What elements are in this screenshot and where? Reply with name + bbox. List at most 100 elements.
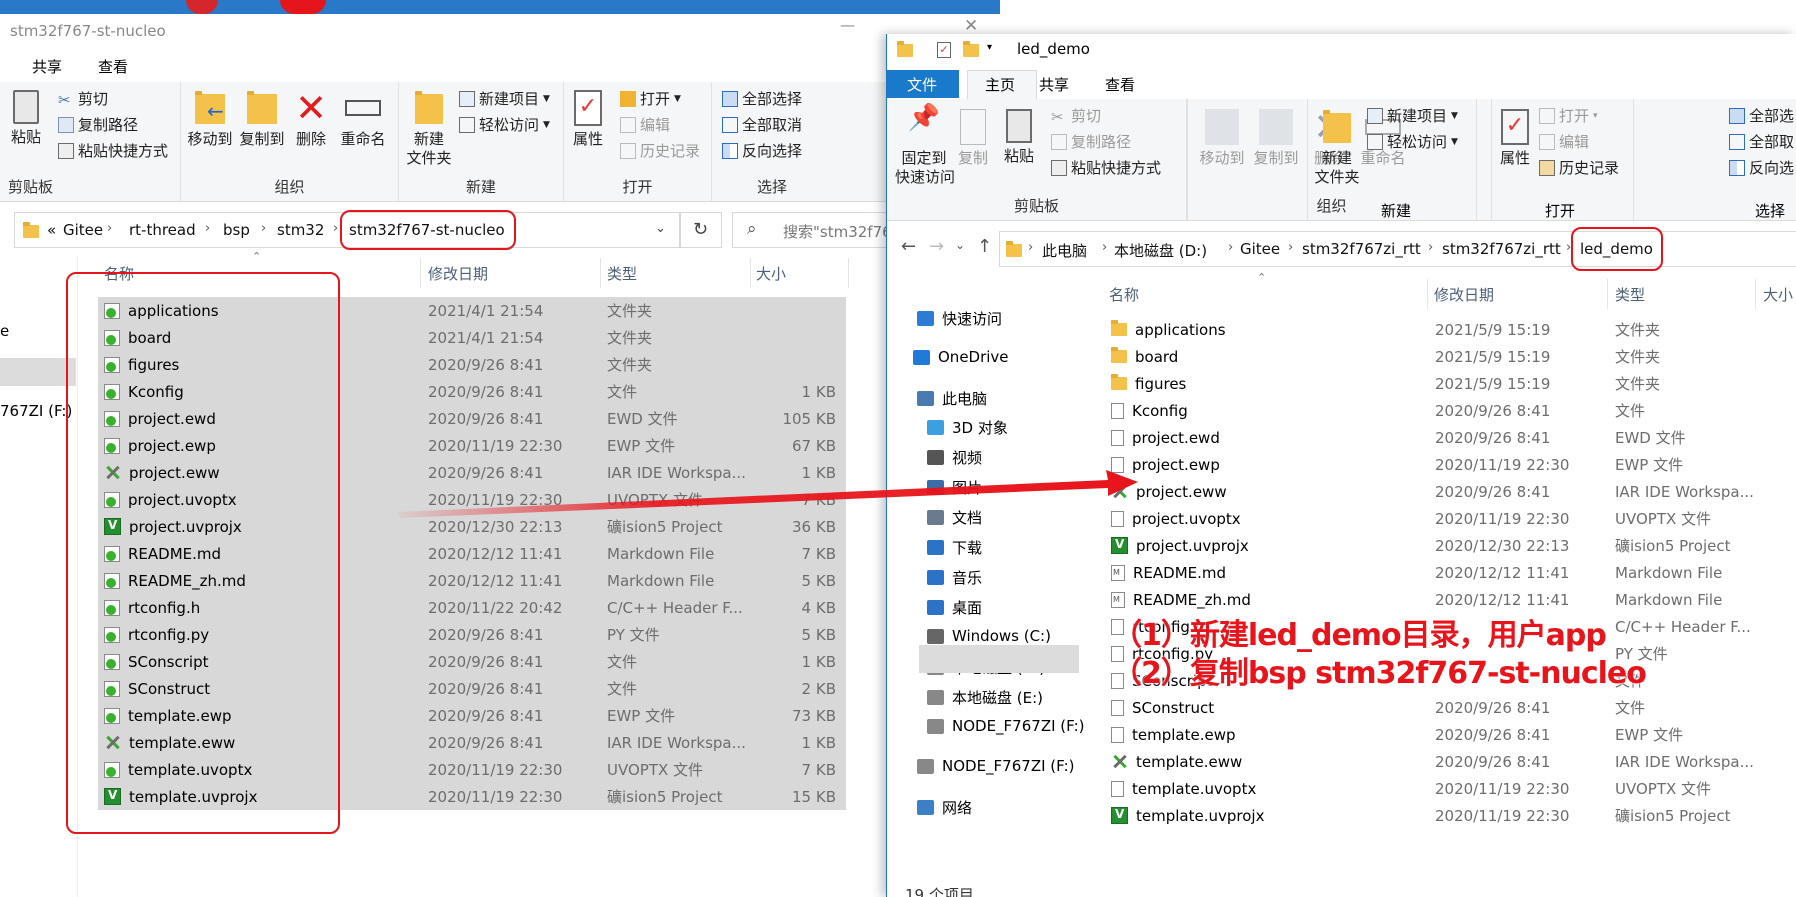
tab-view[interactable]: 查看: [1105, 74, 1135, 95]
nav-item-fragment[interactable]: e: [0, 322, 9, 340]
edit-button[interactable]: 编辑: [1539, 131, 1589, 152]
table-row[interactable]: project.uvprojx 2020/12/30 22:13 礦ision5 P…: [1105, 532, 1795, 559]
table-row[interactable]: project.uvoptx 2020/11/19 22:30 UVOPTX 文件: [1105, 505, 1795, 532]
paste-button[interactable]: 粘贴: [999, 109, 1039, 166]
easy-access-button[interactable]: 轻松访问 ▼: [1367, 131, 1458, 152]
tab-view[interactable]: 查看: [98, 56, 128, 77]
new-folder-qat-icon[interactable]: [963, 41, 979, 57]
cut-button[interactable]: ✂ 剪切: [1051, 105, 1101, 126]
nav-item[interactable]: NODE_F767ZI (F:): [917, 757, 1075, 775]
nav-item[interactable]: 快速访问: [917, 308, 1002, 329]
easy-access-button[interactable]: 轻松访问 ▼: [459, 114, 550, 135]
select-none-button[interactable]: 全部取消: [722, 114, 802, 135]
table-row[interactable]: project.ewd 2020/9/26 8:41 EWD 文件: [1105, 424, 1795, 451]
open-button[interactable]: 打开 ▾: [1539, 105, 1598, 126]
close-button[interactable]: ✕: [964, 16, 978, 36]
table-row[interactable]: template.eww 2020/9/26 8:41 IAR IDE Worksp…: [1105, 748, 1795, 775]
column-type[interactable]: 类型: [1615, 284, 1645, 305]
breadcrumb-overflow[interactable]: «: [47, 221, 56, 239]
chevron-down-icon[interactable]: ⌄: [655, 221, 666, 236]
table-row[interactable]: template.uvoptx 2020/11/19 22:30 UVOPTX 文件: [1105, 775, 1795, 802]
copy-path-button[interactable]: 复制路径: [58, 114, 138, 135]
paste-shortcut-button[interactable]: 粘贴快捷方式: [1051, 157, 1161, 178]
table-row[interactable]: README_zh.md 2020/12/12 11:41 Markdown Fil…: [1105, 586, 1795, 613]
nav-item[interactable]: 音乐: [927, 567, 982, 588]
new-item-button[interactable]: 新建项目 ▼: [459, 88, 550, 109]
properties-button[interactable]: ✓ 属性: [568, 90, 608, 149]
table-row[interactable]: applications 2021/5/9 15:19 文件夹: [1105, 316, 1795, 343]
nav-item-drive[interactable]: 767ZI (F:): [0, 402, 72, 420]
copy-button[interactable]: 复制: [955, 109, 991, 168]
rename-button[interactable]: 重命名: [337, 90, 389, 149]
select-all-button[interactable]: 全部选: [1729, 105, 1794, 126]
nav-item[interactable]: 图片: [927, 477, 982, 498]
column-size[interactable]: 大小: [1763, 284, 1793, 305]
breadcrumb-drive-d[interactable]: 本地磁盘 (D:): [1114, 240, 1207, 261]
breadcrumb-rt-thread[interactable]: rt-thread: [129, 221, 196, 239]
red-app-icon-2[interactable]: [280, 0, 326, 14]
copy-path-button[interactable]: 复制路径: [1051, 131, 1131, 152]
breadcrumb-gitee[interactable]: Gitee: [1240, 240, 1280, 258]
table-row[interactable]: Kconfig 2020/9/26 8:41 文件: [1105, 397, 1795, 424]
table-row[interactable]: SConstruct 2020/9/26 8:41 文件: [1105, 694, 1795, 721]
breadcrumb-this-pc[interactable]: 此电脑: [1042, 240, 1087, 261]
nav-item[interactable]: NODE_F767ZI (F:): [927, 717, 1085, 735]
invert-selection-button[interactable]: 反向选择: [722, 140, 802, 161]
table-row[interactable]: template.uvprojx 2020/11/19 22:30 礦ision5 …: [1105, 802, 1795, 829]
table-row[interactable]: figures 2021/5/9 15:19 文件夹: [1105, 370, 1795, 397]
select-all-button[interactable]: 全部选择: [722, 88, 802, 109]
back-button[interactable]: ←: [901, 236, 916, 257]
paste-shortcut-button[interactable]: 粘贴快捷方式: [58, 140, 168, 161]
nav-item[interactable]: 本地磁盘 (E:): [927, 687, 1043, 708]
select-none-button[interactable]: 全部取: [1729, 131, 1794, 152]
nav-item[interactable]: 下载: [927, 537, 982, 558]
minimize-button[interactable]: —: [840, 16, 855, 34]
new-folder-button[interactable]: 新建 文件夹: [403, 90, 455, 168]
nav-item[interactable]: 此电脑: [917, 388, 987, 409]
nav-item[interactable]: OneDrive: [913, 348, 1009, 366]
history-button[interactable]: 历史记录: [620, 140, 700, 161]
history-button[interactable]: 历史记录: [1539, 157, 1619, 178]
edit-button[interactable]: 编辑: [620, 114, 670, 135]
breadcrumb-stm32[interactable]: stm32: [277, 221, 324, 239]
column-date[interactable]: 修改日期: [428, 263, 488, 284]
column-type[interactable]: 类型: [607, 263, 637, 284]
copy-to-button[interactable]: 复制到: [237, 90, 287, 149]
table-row[interactable]: template.ewp 2020/9/26 8:41 EWP 文件: [1105, 721, 1795, 748]
breadcrumb-bsp[interactable]: bsp: [223, 221, 250, 239]
nav-item-selected[interactable]: [0, 358, 76, 386]
breadcrumb-gitee[interactable]: Gitee: [63, 221, 103, 239]
delete-button[interactable]: ✕删除: [291, 89, 331, 149]
address-bar[interactable]: › 此电脑 › 本地磁盘 (D:) › Gitee › stm32f767zi_…: [999, 231, 1796, 267]
qat-dropdown-icon[interactable]: ▾: [987, 42, 992, 53]
breadcrumb-stm32f767zi-rtt-2[interactable]: stm32f767zi_rtt: [1442, 240, 1561, 258]
move-to-button[interactable]: ← 移动到: [185, 90, 235, 149]
nav-item[interactable]: Windows (C:): [927, 627, 1051, 645]
up-button[interactable]: ↑: [977, 236, 992, 257]
table-row[interactable]: README.md 2020/12/12 11:41 Markdown File: [1105, 559, 1795, 586]
table-row[interactable]: project.ewp 2020/11/19 22:30 EWP 文件: [1105, 451, 1795, 478]
new-folder-button[interactable]: 新建 文件夹: [1311, 109, 1363, 187]
invert-selection-button[interactable]: 反向选: [1729, 157, 1794, 178]
tab-share[interactable]: 共享: [1039, 74, 1069, 95]
column-name[interactable]: 名称: [1109, 284, 1139, 305]
new-item-button[interactable]: 新建项目 ▼: [1367, 105, 1458, 126]
nav-item[interactable]: 网络: [917, 797, 972, 818]
refresh-button[interactable]: ↻: [680, 212, 722, 248]
nav-item[interactable]: 文档: [927, 507, 982, 528]
table-row[interactable]: board 2021/5/9 15:19 文件夹: [1105, 343, 1795, 370]
recent-locations-button[interactable]: ⌄: [955, 238, 965, 252]
pin-quick-access-button[interactable]: 📌 固定到 快速访问: [895, 105, 955, 187]
cut-button[interactable]: ✂ 剪切: [58, 88, 108, 109]
nav-item[interactable]: 桌面: [927, 597, 982, 618]
breadcrumb-stm32f767zi-rtt[interactable]: stm32f767zi_rtt: [1302, 240, 1421, 258]
forward-button[interactable]: →: [929, 236, 944, 257]
table-row[interactable]: project.eww 2020/9/26 8:41 IAR IDE Workspa…: [1105, 478, 1795, 505]
open-button[interactable]: 打开 ▼: [620, 88, 681, 109]
properties-qat-icon[interactable]: ✓: [937, 42, 951, 58]
properties-button[interactable]: ✓ 属性: [1495, 109, 1535, 168]
nav-item[interactable]: 视频: [927, 447, 982, 468]
tab-share[interactable]: 共享: [32, 56, 62, 77]
column-size[interactable]: 大小: [756, 263, 786, 284]
paste-button[interactable]: 粘贴: [6, 90, 46, 147]
